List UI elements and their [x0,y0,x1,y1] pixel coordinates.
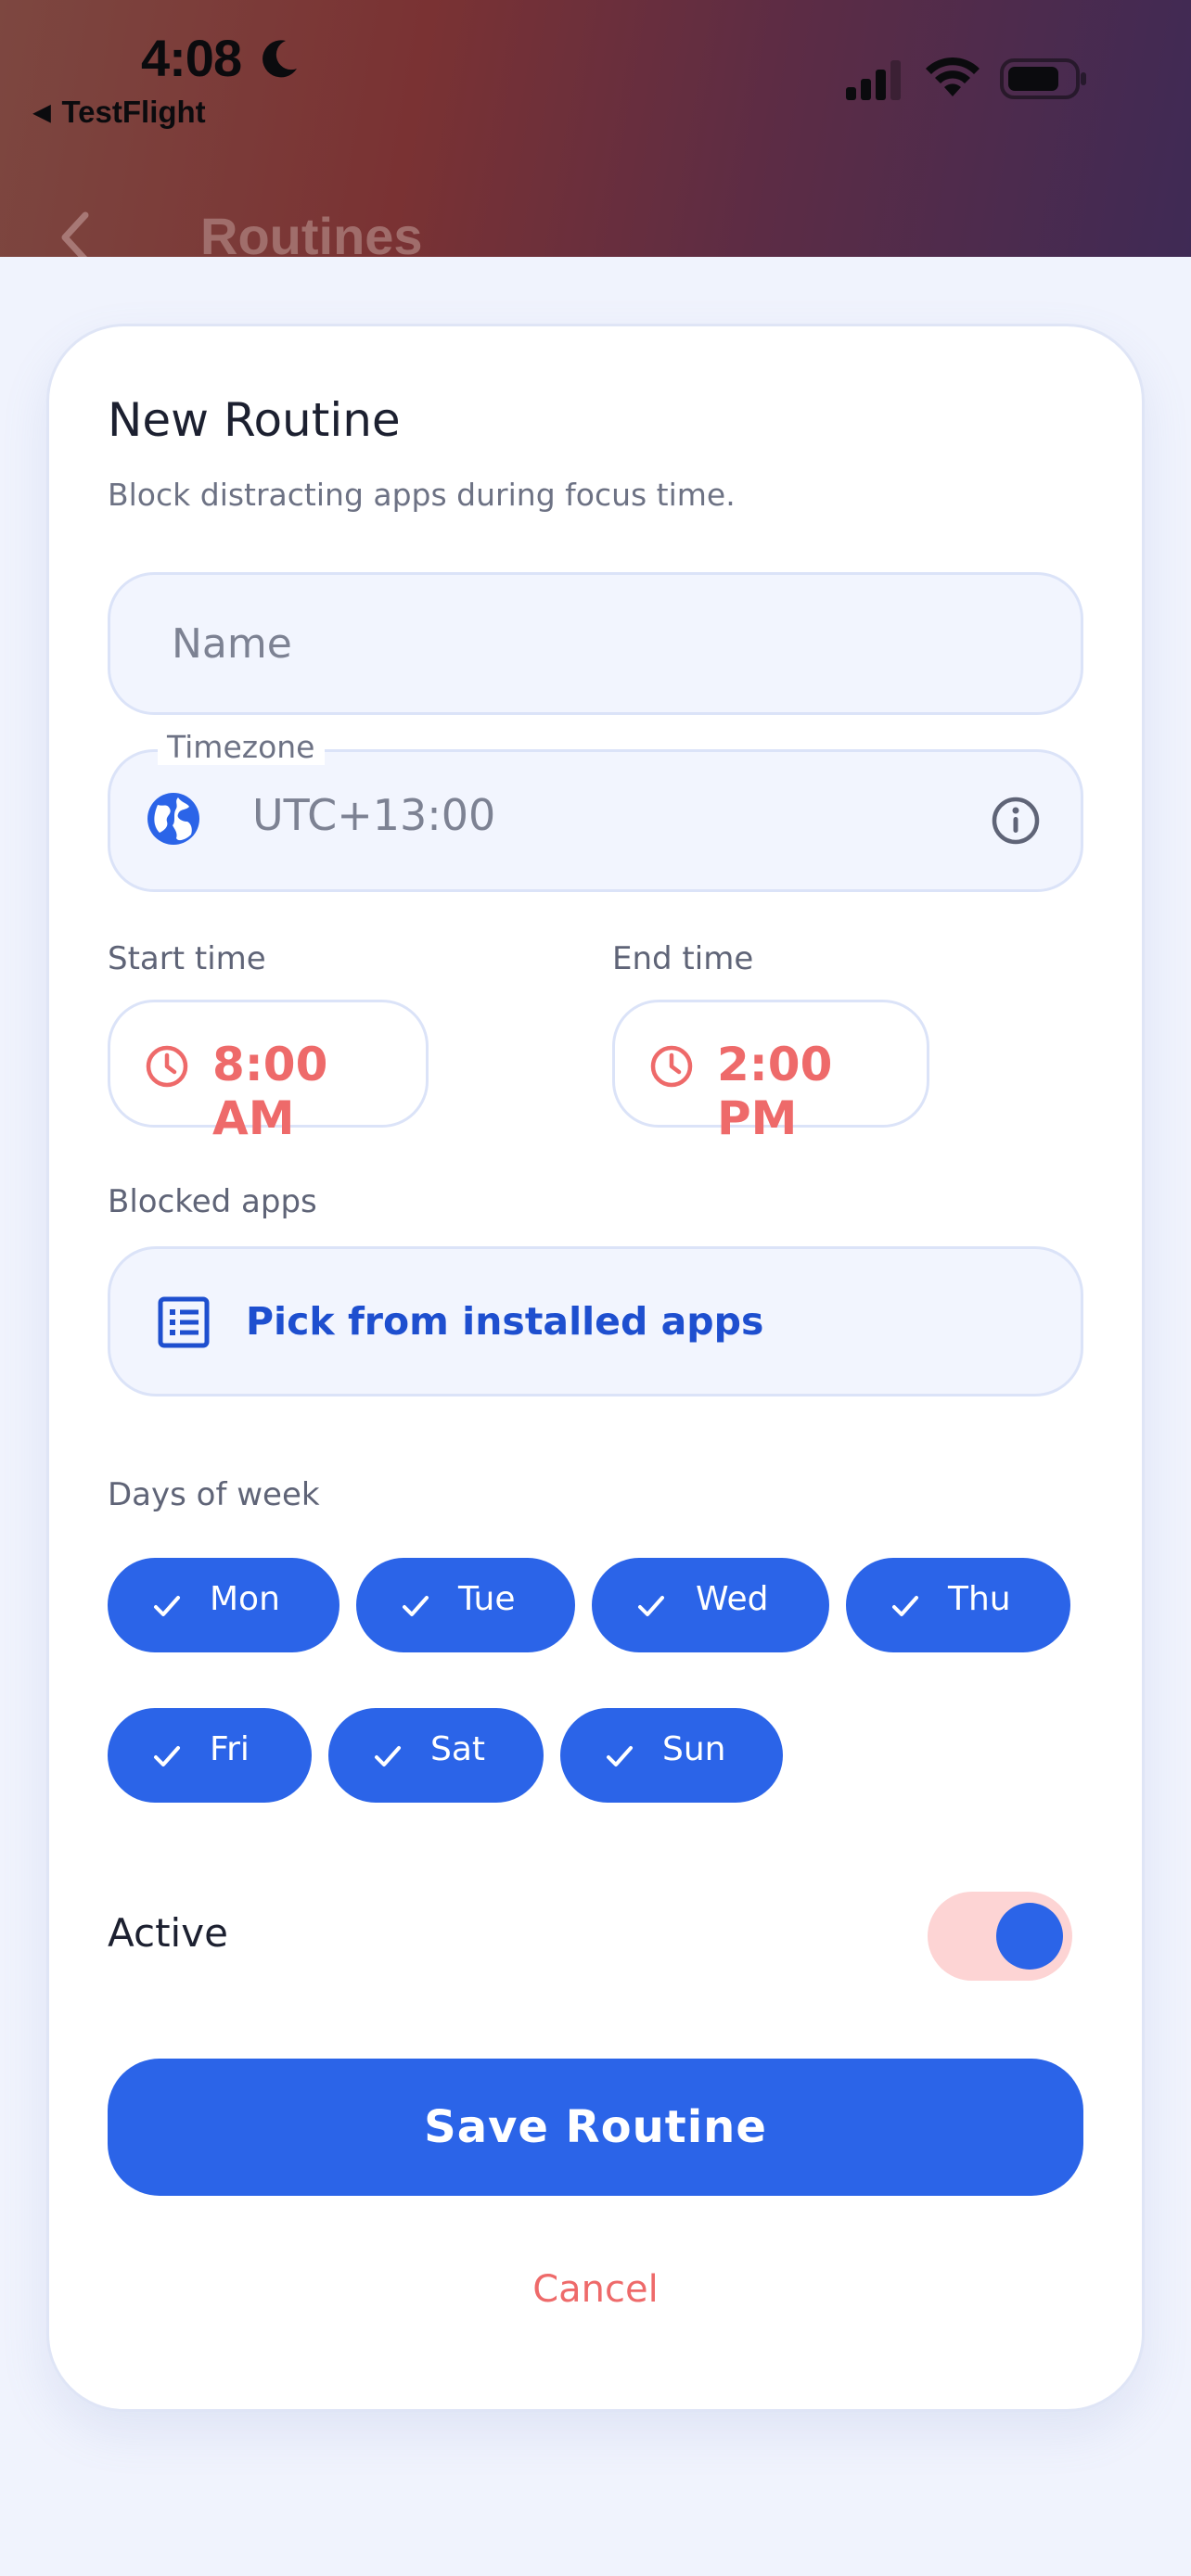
check-icon [607,1746,633,1766]
timezone-value: UTC+13:00 [252,790,496,840]
top-header: 4:08 ◀ TestFlight Routines [0,0,1191,257]
active-label: Active [108,1910,228,1956]
moon-icon [263,40,297,78]
day-chip-fri[interactable]: Fri [108,1708,312,1803]
day-chip-label: Sun [662,1730,726,1768]
end-time-label: End time [612,940,754,977]
name-field[interactable] [108,572,1083,715]
blocked-apps-label: Blocked apps [108,1183,317,1220]
start-time-button[interactable]: 8:00 AM [108,1000,429,1145]
info-icon[interactable] [991,796,1041,846]
globe-icon [147,793,199,845]
battery-icon [1000,58,1086,99]
day-chip-label: Thu [948,1580,1011,1618]
list-icon [158,1296,210,1348]
name-input[interactable] [172,575,1006,712]
check-icon [154,1746,180,1766]
day-chip-label: Mon [210,1580,280,1618]
wifi-icon [926,57,980,96]
start-time-label: Start time [108,940,266,977]
back-to-app-link[interactable]: ◀ TestFlight [33,95,206,130]
check-icon [892,1596,918,1616]
clock-icon [650,1045,693,1088]
cancel-button[interactable]: Cancel [0,2268,1191,2311]
form-title: New Routine [108,393,401,447]
status-time: 4:08 [141,29,242,87]
chevron-left-icon [61,211,89,257]
day-chip-thu[interactable]: Thu [846,1558,1070,1652]
end-time-value: 2:00 PM [717,1038,833,1145]
day-chip-label: Fri [210,1730,250,1768]
start-time-value: 8:00 AM [212,1038,328,1145]
day-chip-label: Tue [458,1580,516,1618]
clock-icon [146,1045,188,1088]
pick-apps-label: Pick from installed apps [246,1299,764,1344]
day-chip-wed[interactable]: Wed [592,1558,829,1652]
active-toggle[interactable] [928,1892,1072,1981]
day-chip-mon[interactable]: Mon [108,1558,339,1652]
day-chip-label: Sat [430,1730,486,1768]
timezone-label: Timezone [158,729,325,765]
day-chip-sat[interactable]: Sat [328,1708,544,1803]
day-chip-sun[interactable]: Sun [560,1708,783,1803]
check-icon [154,1596,180,1616]
check-icon [403,1596,429,1616]
check-icon [638,1596,664,1616]
back-triangle-icon: ◀ [33,100,51,125]
days-of-week-label: Days of week [108,1476,320,1513]
end-time-button[interactable]: 2:00 PM [612,1000,929,1145]
cellular-signal-icon [846,60,901,100]
back-app-label: TestFlight [61,95,206,129]
day-chip-tue[interactable]: Tue [356,1558,575,1652]
toggle-knob [996,1903,1063,1970]
form-subtitle: Block distracting apps during focus time… [108,477,736,513]
background-screen-title: Routines [200,207,423,257]
save-routine-button[interactable]: Save Routine [108,2059,1083,2196]
day-chip-label: Wed [696,1580,769,1618]
check-icon [375,1746,401,1766]
pick-apps-button[interactable]: Pick from installed apps [108,1246,1083,1396]
